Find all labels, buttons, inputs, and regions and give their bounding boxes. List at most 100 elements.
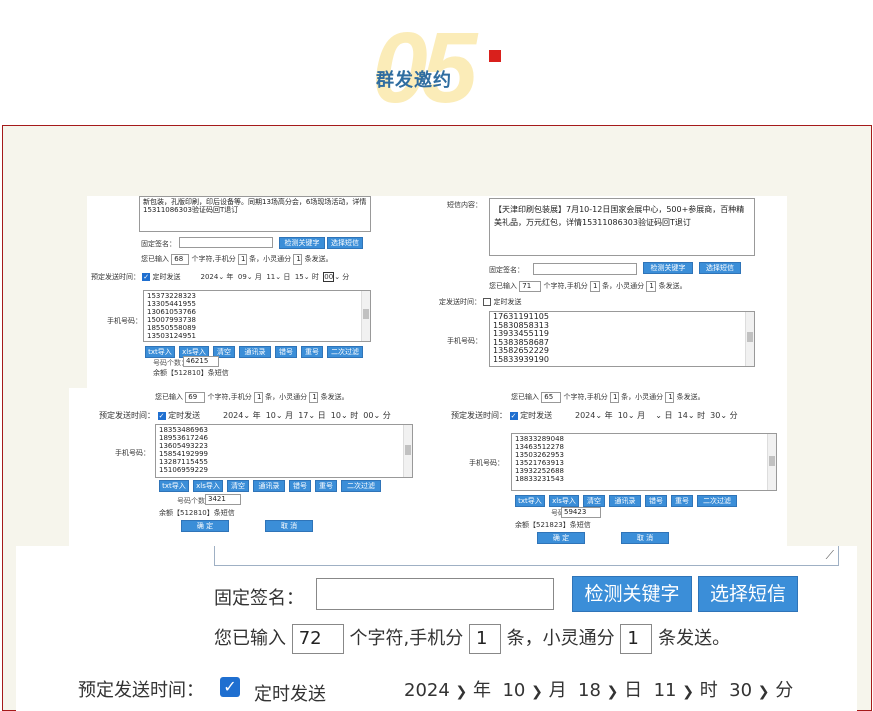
balance-select[interactable]: 余额【512810】条短信	[153, 368, 229, 378]
tool-button[interactable]: 重号	[671, 495, 693, 507]
minute-select[interactable]: 30	[710, 411, 720, 420]
phone-parts-field[interactable]: 1	[609, 392, 619, 403]
resize-grip-icon[interactable]: ⟋	[826, 548, 834, 563]
chevron-down-icon[interactable]: ❯	[758, 684, 770, 700]
message-textarea[interactable]: 新包装，孔版印刷，印后设备等。同期13场高分会，6场现场活动，详情1531108…	[139, 196, 371, 232]
char-count-field[interactable]: 69	[185, 392, 206, 403]
hour-select[interactable]: 14	[678, 411, 688, 420]
scrollbar[interactable]	[745, 312, 754, 366]
tool-button[interactable]: txt导入	[159, 480, 189, 492]
tool-button[interactable]: 清空	[227, 480, 249, 492]
char-count-field[interactable]: 68	[171, 254, 190, 265]
phone-list-textarea[interactable]: 17631191105 15830858313 13933455119 1538385…	[489, 311, 755, 367]
tool-button[interactable]: 二次过滤	[341, 480, 381, 492]
char-count-field[interactable]: 71	[519, 281, 542, 292]
signature-input[interactable]	[316, 578, 554, 610]
cancel-button[interactable]: 取 消	[621, 532, 669, 544]
tool-button[interactable]: 通讯录	[253, 480, 285, 492]
timed-send-checkbox[interactable]: ✓	[142, 273, 151, 281]
chevron-down-icon[interactable]: ❯	[531, 684, 543, 700]
minute-select[interactable]: 30	[729, 680, 752, 701]
signature-input[interactable]	[179, 237, 273, 248]
year-select[interactable]: 2024	[223, 411, 243, 420]
phone-parts-field[interactable]: 1	[253, 392, 263, 403]
chevron-down-icon[interactable]: ❯	[456, 684, 468, 700]
tool-button[interactable]: txt导入	[145, 346, 175, 358]
confirm-button[interactable]: 确 定	[537, 532, 585, 544]
phone-parts-field[interactable]: 1	[468, 624, 501, 654]
signature-label: 固定签名：	[214, 588, 304, 609]
choose-sms-button[interactable]: 选择短信	[327, 237, 363, 249]
day-select[interactable]: 11	[266, 273, 275, 281]
tool-button[interactable]: 错号	[645, 495, 667, 507]
tool-button[interactable]: 重号	[301, 346, 323, 358]
scrollbar[interactable]	[403, 425, 412, 477]
tool-button[interactable]: 通讯录	[239, 346, 271, 358]
balance-select[interactable]: 余额【521823】条短信	[515, 520, 591, 530]
xlt-parts-field[interactable]: 1	[665, 392, 675, 403]
detect-keyword-button[interactable]: 检测关键字	[279, 237, 325, 249]
phone-list-textarea[interactable]: 15373228323 13305441955 13061053766 1500799…	[143, 290, 371, 342]
tool-button[interactable]: 清空	[583, 495, 605, 507]
detect-keyword-button[interactable]: 检测关键字	[643, 262, 693, 274]
tool-button[interactable]: 二次过滤	[327, 346, 363, 358]
year-select[interactable]: 2024	[404, 680, 450, 701]
message-textarea-edge[interactable]: ⟋	[214, 546, 839, 566]
tool-button[interactable]: 二次过滤	[697, 495, 737, 507]
month-select[interactable]: 10	[266, 411, 276, 420]
tool-button[interactable]: 重号	[315, 480, 337, 492]
timed-send-checkbox[interactable]: ✓	[509, 411, 518, 420]
chevron-down-icon[interactable]: ❯	[682, 684, 694, 700]
hour-select[interactable]: 11	[654, 680, 677, 701]
count-prefix: 您已输入	[511, 393, 539, 401]
balance-select[interactable]: 余额【512810】条短信	[159, 508, 235, 518]
phone-count-field[interactable]: 46215	[183, 356, 219, 367]
signature-input[interactable]	[533, 263, 637, 275]
count-mid: 个字符,手机分	[563, 393, 608, 401]
tool-button[interactable]: 错号	[289, 480, 311, 492]
timed-send-label: 定时发送	[493, 298, 522, 306]
detect-keyword-button[interactable]: 检测关键字	[572, 576, 692, 612]
year-select[interactable]: 2024	[575, 411, 595, 420]
hour-select[interactable]: 10	[331, 411, 341, 420]
phone-count-field[interactable]: 3421	[205, 494, 241, 505]
xlt-parts-field[interactable]: 1	[620, 624, 653, 654]
day-select[interactable]: 18	[578, 680, 601, 701]
timed-send-checkbox[interactable]: ✓	[220, 677, 240, 697]
phone-parts-field[interactable]: 1	[589, 281, 600, 292]
choose-sms-button[interactable]: 选择短信	[699, 262, 741, 274]
month-select[interactable]: 09	[238, 273, 247, 281]
char-count-field[interactable]: 72	[291, 624, 344, 654]
day-select[interactable]: 17	[298, 411, 308, 420]
char-count-field[interactable]: 65	[541, 392, 562, 403]
phone-parts-field[interactable]: 1	[237, 254, 247, 265]
confirm-button[interactable]: 确 定	[181, 520, 229, 532]
xlt-parts-field[interactable]: 1	[309, 392, 319, 403]
hour-unit: 时	[697, 411, 706, 420]
tool-button[interactable]: xls导入	[193, 480, 223, 492]
xlt-parts-field[interactable]: 1	[646, 281, 657, 292]
message-textarea[interactable]: 【天津印刷包装展】7月10-12日国家会展中心，500+参展商，百种精美礼品，万…	[489, 198, 755, 256]
scrollbar[interactable]	[361, 291, 370, 341]
timed-send-checkbox[interactable]	[483, 298, 492, 306]
scrollbar[interactable]	[767, 434, 776, 490]
chevron-down-icon[interactable]: ❯	[607, 684, 619, 700]
month-select[interactable]: 10	[618, 411, 628, 420]
hour-select[interactable]: 15	[295, 273, 304, 281]
month-select[interactable]: 10	[502, 680, 525, 701]
tool-button[interactable]: txt导入	[515, 495, 545, 507]
phone-count-field[interactable]: 59423	[561, 507, 601, 518]
timed-send-checkbox[interactable]: ✓	[157, 411, 166, 420]
choose-sms-button[interactable]: 选择短信	[698, 576, 798, 612]
minute-select[interactable]: 00	[363, 411, 373, 420]
year-select[interactable]: 2024	[201, 273, 219, 281]
tool-button[interactable]: 错号	[275, 346, 297, 358]
tool-button[interactable]: xls导入	[549, 495, 579, 507]
tool-button[interactable]: 通讯录	[609, 495, 641, 507]
minute-select[interactable]: 00	[323, 272, 335, 282]
phone-list-textarea[interactable]: 18353486963 18953617246 13605493223 1585419…	[155, 424, 413, 478]
accent-square	[489, 50, 501, 62]
cancel-button[interactable]: 取 消	[265, 520, 313, 532]
phone-list-textarea[interactable]: 13833289048 13463512278 13503262953 1352176…	[511, 433, 777, 491]
xlt-parts-field[interactable]: 1	[293, 254, 303, 265]
